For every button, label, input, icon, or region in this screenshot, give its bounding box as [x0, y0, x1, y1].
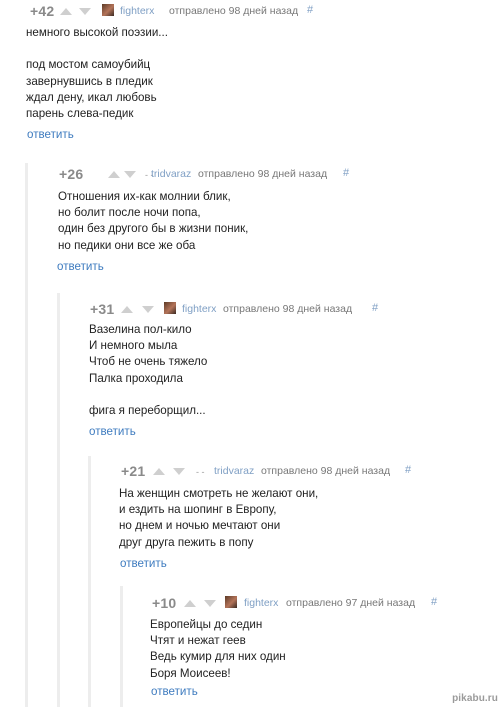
downvote-arrow-icon[interactable] [173, 468, 185, 475]
author-link[interactable]: fighterx [244, 597, 278, 609]
rating-score: +10 [152, 595, 177, 611]
author-link[interactable]: tridvaraz [214, 465, 254, 477]
comment-text: немного высокой поэзии... под мостом сам… [26, 26, 168, 121]
downvote-arrow-icon[interactable] [204, 600, 216, 607]
comment-text: Европейцы до седин Чтят и нежат геев Вед… [150, 618, 286, 680]
comment-timestamp: отправлено 97 дней назад [286, 597, 416, 609]
reply-link[interactable]: ответить [27, 128, 74, 141]
upvote-arrow-icon[interactable] [108, 171, 120, 178]
author-link[interactable]: tridvaraz [151, 168, 191, 180]
avatar[interactable] [102, 4, 114, 16]
rating-score: +26 [59, 166, 84, 182]
comment-header: +42 fighterx отправлено 98 дней назад # [0, 0, 503, 24]
rating-score: +21 [121, 463, 146, 479]
reply-link[interactable]: ответить [89, 425, 136, 438]
upvote-arrow-icon[interactable] [153, 468, 165, 475]
reply-link[interactable]: ответить [151, 685, 198, 698]
comment-timestamp: отправлено 98 дней назад [198, 168, 328, 180]
comment-2-content: +26 - - tridvaraz отправлено 98 дней наз… [25, 163, 503, 293]
upvote-arrow-icon[interactable] [184, 600, 196, 607]
upvote-arrow-icon[interactable] [121, 306, 133, 313]
comment-4-content: +21 - - tridvaraz отправлено 98 дней наз… [88, 460, 503, 580]
comment-timestamp: отправлено 98 дней назад [169, 5, 299, 17]
upvote-arrow-icon[interactable] [60, 8, 72, 15]
author-link[interactable]: fighterx [120, 5, 154, 17]
avatar[interactable] [164, 302, 176, 314]
comment-1: +42 fighterx отправлено 98 дней назад # … [0, 0, 503, 150]
rating-score: +42 [30, 3, 55, 19]
comment-header: +10 fighterx отправлено 97 дней назад # [120, 592, 503, 616]
comment-header: +26 - - tridvaraz отправлено 98 дней наз… [25, 163, 503, 187]
reply-link[interactable]: ответить [120, 557, 167, 570]
comment-header: +21 - - tridvaraz отправлено 98 дней наз… [88, 460, 503, 484]
comment-timestamp: отправлено 98 дней назад [261, 465, 391, 477]
site-watermark: pikabu.ru [452, 693, 498, 704]
comment-text: Вазелина пол-кило И немного мыла Чтоб не… [89, 323, 208, 418]
comment-permalink[interactable]: # [405, 464, 411, 476]
avatar[interactable] [225, 596, 237, 608]
comment-permalink[interactable]: # [307, 4, 313, 16]
downvote-arrow-icon[interactable] [142, 306, 154, 313]
comment-permalink[interactable]: # [343, 167, 349, 179]
downvote-arrow-icon[interactable] [124, 171, 136, 178]
comment-text: Отношения их-как молнии блик, но болит п… [58, 190, 249, 252]
comment-text: На женщин смотреть не желают они, и езди… [119, 487, 319, 549]
comment-3-content: +31 fighterx отправлено 98 дней назад # … [57, 298, 503, 448]
no-avatar-icon: - - [196, 467, 205, 477]
author-link[interactable]: fighterx [182, 303, 216, 315]
comment-permalink[interactable]: # [372, 302, 378, 314]
downvote-arrow-icon[interactable] [79, 8, 91, 15]
comment-5-content: +10 fighterx отправлено 97 дней назад # … [120, 592, 503, 707]
comment-timestamp: отправлено 98 дней назад [223, 303, 353, 315]
rating-score: +31 [90, 301, 115, 317]
comment-header: +31 fighterx отправлено 98 дней назад # [57, 298, 503, 322]
reply-link[interactable]: ответить [57, 260, 104, 273]
comment-permalink[interactable]: # [431, 596, 437, 608]
